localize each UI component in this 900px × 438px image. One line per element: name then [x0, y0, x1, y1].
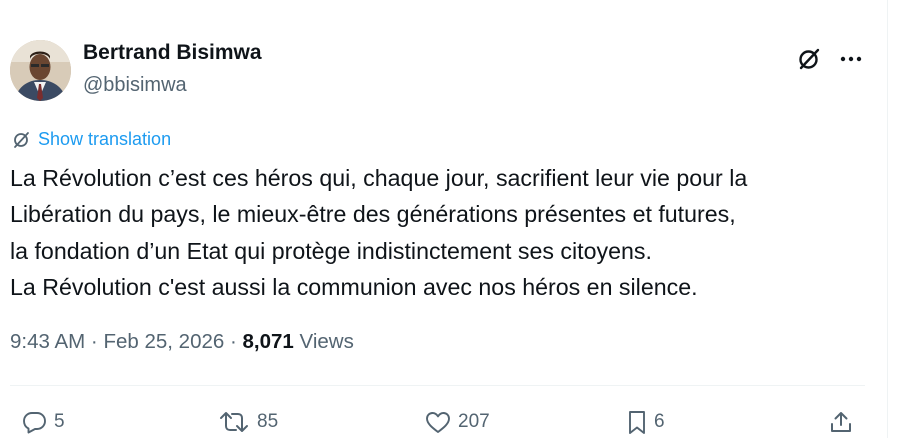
- translate-icon: [14, 132, 29, 148]
- column-border: [887, 0, 888, 438]
- repost-icon: [220, 412, 248, 432]
- tweet-text-line: la fondation d’un Etat qui protège indis…: [10, 237, 652, 264]
- bookmark-icon: [629, 410, 645, 434]
- show-translation-label: Show translation: [38, 129, 172, 149]
- author-name[interactable]: Bertrand Bisimwa: [83, 41, 262, 65]
- views-label: Views: [299, 330, 354, 353]
- show-translation-link[interactable]: Show translation: [12, 129, 171, 150]
- author-handle[interactable]: @bbisimwa: [83, 74, 187, 97]
- share-icon: [831, 412, 851, 432]
- bookmark-button[interactable]: 6: [627, 407, 665, 437]
- reply-count: 5: [54, 411, 65, 432]
- tweet-text-line: La Révolution c'est aussi la communion a…: [10, 273, 698, 300]
- repost-button[interactable]: 85: [218, 407, 278, 437]
- like-button[interactable]: 207: [425, 407, 490, 437]
- share-button[interactable]: [829, 407, 853, 437]
- repost-count: 85: [257, 411, 279, 432]
- divider: [10, 385, 865, 386]
- tweet-text: La Révolution c’est ces héros qui, chaqu…: [10, 160, 880, 305]
- grok-button[interactable]: [794, 44, 824, 74]
- tweet-text-line: Libération du pays, le mieux-être des gé…: [10, 201, 736, 228]
- heart-icon: [426, 411, 450, 433]
- tweet-meta: 9:43 AM · Feb 25, 2026 · 8,071 Views: [10, 330, 354, 354]
- tweet-date[interactable]: Feb 25, 2026: [103, 330, 224, 353]
- tweet-text-line: La Révolution c’est ces héros qui, chaqu…: [10, 165, 748, 191]
- tweet-card: Bertrand Bisimwa @bbisimwa Show translat…: [0, 0, 900, 438]
- meta-separator: ·: [90, 330, 98, 353]
- reply-icon: [23, 411, 46, 433]
- more-icon: [840, 56, 862, 62]
- reply-button[interactable]: 5: [22, 407, 65, 437]
- views-count: 8,071: [242, 330, 294, 353]
- more-button[interactable]: [836, 44, 866, 74]
- avatar[interactable]: [10, 40, 71, 101]
- tweet-time[interactable]: 9:43 AM: [10, 330, 85, 353]
- like-count: 207: [458, 411, 490, 432]
- bookmark-count: 6: [654, 411, 665, 432]
- meta-separator: ·: [229, 330, 237, 353]
- grok-icon: [799, 48, 820, 70]
